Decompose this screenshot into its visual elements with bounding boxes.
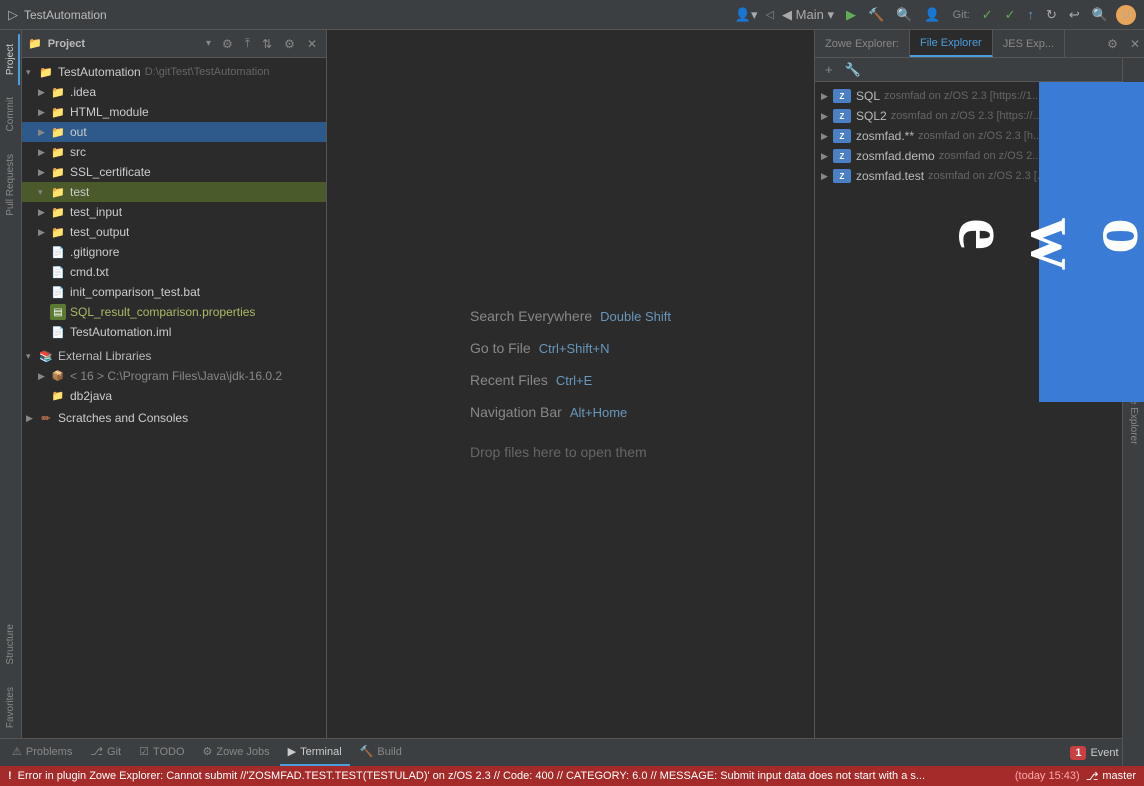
tab-todo[interactable]: ☑ TODO — [131, 739, 192, 766]
project-expand-all-btn[interactable]: ⇅ — [259, 36, 275, 52]
profile-button[interactable]: 👤 — [920, 5, 944, 25]
tree-item-cmd[interactable]: ▶ 📄 cmd.txt — [22, 262, 326, 282]
zowe-config-btn[interactable]: 🔧 — [841, 61, 865, 79]
tab-zowe-explorer[interactable]: Zowe Explorer: — [815, 30, 910, 57]
sidebar-item-project[interactable]: Project — [0, 34, 22, 85]
editor-hints: Search Everywhere Double Shift Go to Fil… — [470, 308, 671, 460]
tree-root[interactable]: ▾ 📁 TestAutomation D:\gitTest\TestAutoma… — [22, 62, 326, 82]
zowe-toolbar: + 🔧 — [815, 58, 1144, 82]
branch-info[interactable]: ⎇ master — [1086, 770, 1136, 783]
tree-item-iml[interactable]: ▶ 📄 TestAutomation.iml — [22, 322, 326, 342]
tree-item-test-input[interactable]: ▶ 📁 test_input — [22, 202, 326, 222]
zowe-test-icon: Z — [833, 169, 851, 183]
sidebar-item-commit[interactable]: Commit — [0, 87, 22, 141]
bottom-tabs: ⚠ Problems ⎇ Git ☑ TODO ⚙ Zowe Jobs ▶ Te… — [0, 738, 1144, 766]
build-tab-icon: 🔨 — [360, 745, 374, 758]
status-timestamp: (today 15:43) — [1015, 770, 1080, 782]
run-button[interactable]: ▶ — [842, 5, 860, 25]
tab-build[interactable]: 🔨 Build — [352, 739, 410, 766]
sidebar-item-structure[interactable]: Structure — [0, 614, 22, 675]
zowe-banner: zowe — [1039, 82, 1144, 402]
coverage-button[interactable]: 🔍 — [892, 5, 916, 25]
tab-git[interactable]: ⎇ Git — [82, 739, 129, 766]
zowe-tab-bar: Zowe Explorer: File Explorer JES Exp... … — [815, 30, 1144, 58]
tree-scratches-consoles[interactable]: ▶ ✏ Scratches and Consoles — [22, 408, 326, 428]
refresh-btn[interactable]: ↻ — [1042, 5, 1061, 25]
project-options-btn[interactable]: ⚙ — [281, 36, 298, 52]
sidebar-item-pull-requests[interactable]: Pull Requests — [0, 144, 22, 226]
search-btn[interactable]: 🔍 — [1088, 5, 1112, 25]
main-branch-btn[interactable]: ◀ Main ▾ — [778, 5, 838, 25]
tree-item-ssl[interactable]: ▶ 📁 SSL_certificate — [22, 162, 326, 182]
project-tree: ▾ 📁 TestAutomation D:\gitTest\TestAutoma… — [22, 58, 326, 738]
zowe-jobs-icon: ⚙ — [203, 745, 213, 758]
sidebar-item-favorites[interactable]: Favorites — [0, 677, 22, 738]
project-panel: 📁 Project ▾ ⚙ ⤒ ⇅ ⚙ ✕ ▾ 📁 TestAutomation… — [22, 30, 327, 738]
hint-navigation-bar: Navigation Bar Alt+Home — [470, 404, 671, 420]
tree-item-test[interactable]: ▾ 📁 test — [22, 182, 326, 202]
app-title: TestAutomation — [24, 8, 107, 22]
right-panel: Zowe Explorer: File Explorer JES Exp... … — [814, 30, 1144, 738]
tree-item-test-output[interactable]: ▶ 📁 test_output — [22, 222, 326, 242]
hint-search: Search Everywhere Double Shift — [470, 308, 671, 324]
status-error-icon: ! — [8, 770, 12, 782]
tab-jes-explorer[interactable]: JES Exp... — [993, 30, 1065, 57]
user-icon-btn[interactable]: U — [1116, 5, 1136, 25]
tab-zowe-jobs[interactable]: ⚙ Zowe Jobs — [195, 739, 278, 766]
app-icon: ▷ — [8, 7, 18, 23]
zowe-sql-icon: Z — [833, 89, 851, 103]
project-scroll-top-btn[interactable]: ⤒ — [242, 35, 253, 52]
user-menu-btn[interactable]: 👤▾ — [731, 5, 762, 25]
titlebar-controls: 👤▾ ◁ ◀ Main ▾ ▶ 🔨 🔍 👤 Git: ✓ ✓ ↑ ↻ ↩ 🔍 U — [731, 5, 1136, 25]
project-header: 📁 Project ▾ ⚙ ⤒ ⇅ ⚙ ✕ — [22, 30, 326, 58]
git-push-btn[interactable]: ↑ — [1024, 5, 1039, 24]
project-settings-btn[interactable]: ⚙ — [219, 36, 236, 52]
undo-btn[interactable]: ↩ — [1065, 5, 1084, 25]
hint-goto-file: Go to File Ctrl+Shift+N — [470, 340, 671, 356]
tab-problems[interactable]: ⚠ Problems — [4, 739, 80, 766]
hint-drop-files: Drop files here to open them — [470, 444, 671, 460]
tab-file-explorer[interactable]: File Explorer — [910, 30, 993, 57]
git-label: Git: — [953, 9, 970, 21]
zowe-panel-close-btn[interactable]: ✕ — [1126, 30, 1144, 57]
branch-name: master — [1102, 770, 1136, 782]
branch-icon: ⎇ — [1086, 770, 1099, 783]
tree-item-jdk[interactable]: ▶ 📦 < 16 > C:\Program Files\Java\jdk-16.… — [22, 366, 326, 386]
error-count-badge: 1 — [1070, 746, 1086, 760]
hint-recent-files: Recent Files Ctrl+E — [470, 372, 671, 388]
git-icon: ⎇ — [90, 745, 103, 758]
tree-item-gitignore[interactable]: ▶ 📄 .gitignore — [22, 242, 326, 262]
tree-item-src[interactable]: ▶ 📁 src — [22, 142, 326, 162]
git-check2[interactable]: ✓ — [1001, 5, 1020, 25]
tab-terminal[interactable]: ▶ Terminal — [280, 739, 350, 766]
zowe-zosmfad-star-icon: Z — [833, 129, 851, 143]
zowe-add-btn[interactable]: + — [821, 61, 837, 78]
tree-item-db2java[interactable]: ▶ 📁 db2java — [22, 386, 326, 406]
build-button[interactable]: 🔨 — [864, 5, 888, 25]
zowe-banner-text: zowe — [948, 218, 1144, 266]
todo-icon: ☑ — [139, 745, 149, 758]
status-message: Error in plugin Zowe Explorer: Cannot su… — [18, 770, 1009, 782]
titlebar: ▷ TestAutomation 👤▾ ◁ ◀ Main ▾ ▶ 🔨 🔍 👤 G… — [0, 0, 1144, 30]
problems-icon: ⚠ — [12, 745, 22, 758]
statusbar: ! Error in plugin Zowe Explorer: Cannot … — [0, 766, 1144, 786]
tree-item-idea[interactable]: ▶ 📁 .idea — [22, 82, 326, 102]
editor-area: Search Everywhere Double Shift Go to Fil… — [327, 30, 814, 738]
zowe-demo-icon: Z — [833, 149, 851, 163]
tree-item-bat[interactable]: ▶ 📄 init_comparison_test.bat — [22, 282, 326, 302]
run-config-label: ◁ — [766, 8, 774, 21]
tree-item-properties[interactable]: ▶ ▤ SQL_result_comparison.properties — [22, 302, 326, 322]
project-panel-title: Project — [48, 38, 200, 50]
git-check1[interactable]: ✓ — [978, 5, 997, 25]
project-close-btn[interactable]: ✕ — [304, 36, 320, 52]
tree-item-out[interactable]: ▶ 📁 out — [22, 122, 326, 142]
left-sidebar: Project Commit Pull Requests Structure F… — [0, 30, 22, 738]
branch-icon: ◀ — [782, 7, 792, 22]
tree-item-html-module[interactable]: ▶ 📁 HTML_module — [22, 102, 326, 122]
terminal-icon: ▶ — [288, 745, 296, 758]
zowe-panel-settings-btn[interactable]: ⚙ — [1099, 30, 1126, 57]
tree-external-libraries[interactable]: ▾ 📚 External Libraries — [22, 346, 326, 366]
zowe-sql2-icon: Z — [833, 109, 851, 123]
